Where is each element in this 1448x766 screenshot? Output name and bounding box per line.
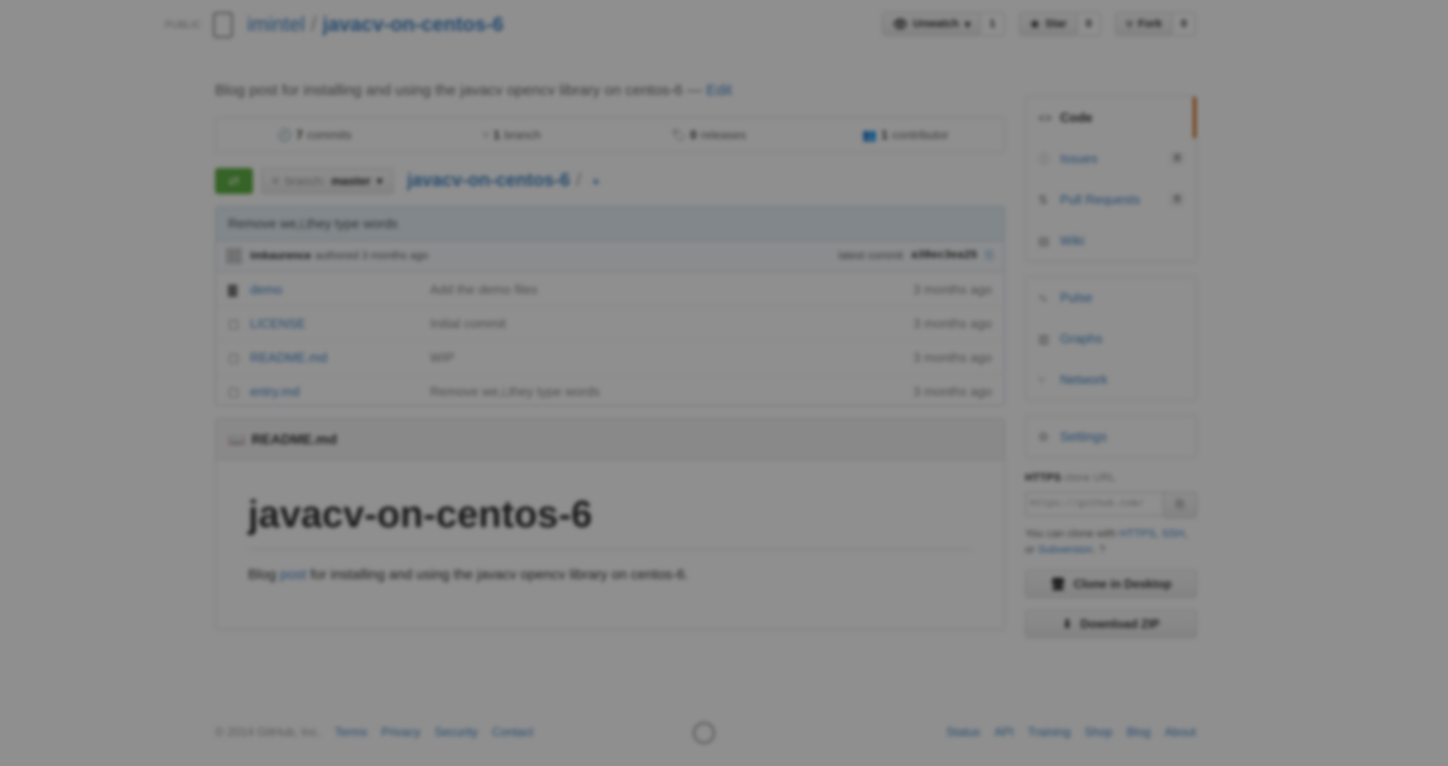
modal-backdrop-overlay[interactable] (0, 0, 1448, 766)
